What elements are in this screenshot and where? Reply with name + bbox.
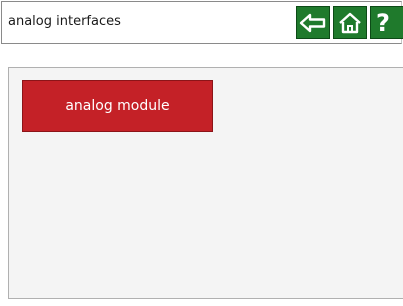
analog-module-button[interactable]: analog module xyxy=(22,80,213,132)
help-button[interactable]: ? xyxy=(370,6,403,39)
help-label: ? xyxy=(376,8,390,37)
analog-module-label: analog module xyxy=(65,98,170,114)
title-bar: analog interfaces ? xyxy=(1,1,403,44)
back-button[interactable] xyxy=(296,6,330,39)
home-icon xyxy=(339,12,361,33)
content-panel: analog module xyxy=(8,67,403,299)
page-title: analog interfaces xyxy=(8,14,121,29)
arrow-left-icon xyxy=(299,13,326,32)
header-separator xyxy=(0,45,403,66)
home-button[interactable] xyxy=(333,6,367,39)
